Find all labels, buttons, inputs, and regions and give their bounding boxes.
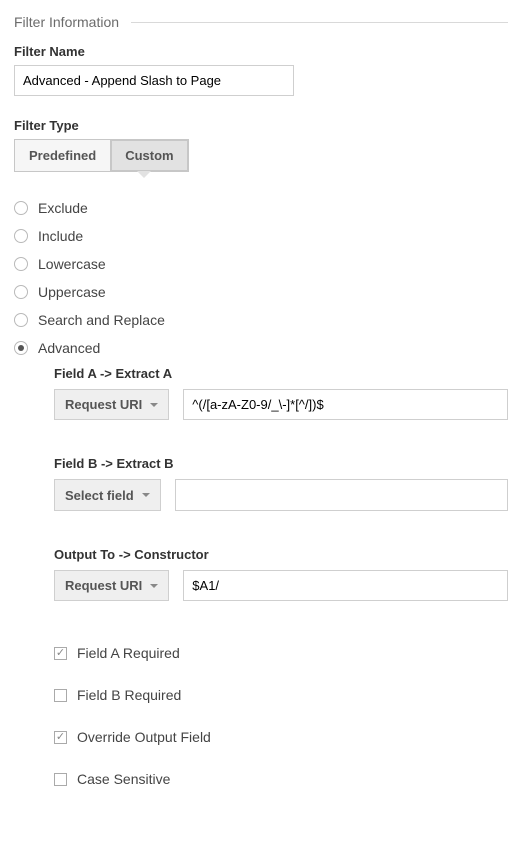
radio-label-advanced: Advanced [38, 340, 100, 356]
advanced-settings: Field A -> Extract A Request URI Field B… [54, 366, 508, 805]
radio-label-lowercase: Lowercase [38, 256, 106, 272]
advanced-options: ✓ Field A Required Field B Required ✓ Ov… [54, 637, 508, 805]
field-a-select-label: Request URI [65, 397, 142, 412]
checkbox-field-b-required[interactable] [54, 689, 67, 702]
output-input[interactable] [183, 570, 508, 601]
checkbox-override-output[interactable]: ✓ [54, 731, 67, 744]
filter-type-label: Filter Type [14, 118, 508, 133]
field-b-select[interactable]: Select field [54, 479, 161, 511]
filter-name-input[interactable] [14, 65, 294, 96]
filter-mode-list: Exclude Include Lowercase Uppercase Sear… [14, 194, 508, 362]
radio-row-advanced[interactable]: Advanced [14, 334, 508, 362]
field-b-input[interactable] [175, 479, 508, 511]
radio-row-include[interactable]: Include [14, 222, 508, 250]
divider [131, 22, 508, 23]
radio-label-uppercase: Uppercase [38, 284, 106, 300]
radio-advanced[interactable] [14, 341, 28, 355]
output-title: Output To -> Constructor [54, 547, 508, 562]
field-a-select[interactable]: Request URI [54, 389, 169, 420]
check-label-field-a-required: Field A Required [77, 645, 180, 661]
radio-row-lowercase[interactable]: Lowercase [14, 250, 508, 278]
radio-row-search-replace[interactable]: Search and Replace [14, 306, 508, 334]
chevron-down-icon [150, 403, 158, 407]
chevron-down-icon [150, 584, 158, 588]
checkbox-field-a-required[interactable]: ✓ [54, 647, 67, 660]
field-a-input[interactable] [183, 389, 508, 420]
output-select[interactable]: Request URI [54, 570, 169, 601]
check-row-case-sensitive[interactable]: Case Sensitive [54, 763, 508, 795]
tab-custom[interactable]: Custom [110, 140, 187, 171]
output-select-label: Request URI [65, 578, 142, 593]
field-a-section: Field A -> Extract A Request URI [54, 366, 508, 420]
radio-label-search-replace: Search and Replace [38, 312, 165, 328]
field-a-title: Field A -> Extract A [54, 366, 508, 381]
field-b-select-label: Select field [65, 488, 134, 503]
output-section: Output To -> Constructor Request URI [54, 547, 508, 601]
radio-uppercase[interactable] [14, 285, 28, 299]
check-label-field-b-required: Field B Required [77, 687, 181, 703]
radio-label-include: Include [38, 228, 83, 244]
check-row-field-a-required[interactable]: ✓ Field A Required [54, 637, 508, 669]
fieldset-title: Filter Information [14, 14, 119, 30]
field-b-title: Field B -> Extract B [54, 456, 508, 471]
radio-exclude[interactable] [14, 201, 28, 215]
radio-row-exclude[interactable]: Exclude [14, 194, 508, 222]
check-label-case-sensitive: Case Sensitive [77, 771, 170, 787]
filter-name-label: Filter Name [14, 44, 508, 59]
field-b-section: Field B -> Extract B Select field [54, 456, 508, 511]
radio-lowercase[interactable] [14, 257, 28, 271]
fieldset-header: Filter Information [14, 14, 508, 30]
checkbox-case-sensitive[interactable] [54, 773, 67, 786]
check-row-field-b-required[interactable]: Field B Required [54, 679, 508, 711]
radio-include[interactable] [14, 229, 28, 243]
chevron-down-icon [142, 493, 150, 497]
radio-label-exclude: Exclude [38, 200, 88, 216]
check-row-override-output[interactable]: ✓ Override Output Field [54, 721, 508, 753]
radio-search-replace[interactable] [14, 313, 28, 327]
check-label-override-output: Override Output Field [77, 729, 211, 745]
radio-row-uppercase[interactable]: Uppercase [14, 278, 508, 306]
filter-type-tabs: Predefined Custom [14, 139, 189, 172]
tab-predefined[interactable]: Predefined [15, 140, 110, 171]
